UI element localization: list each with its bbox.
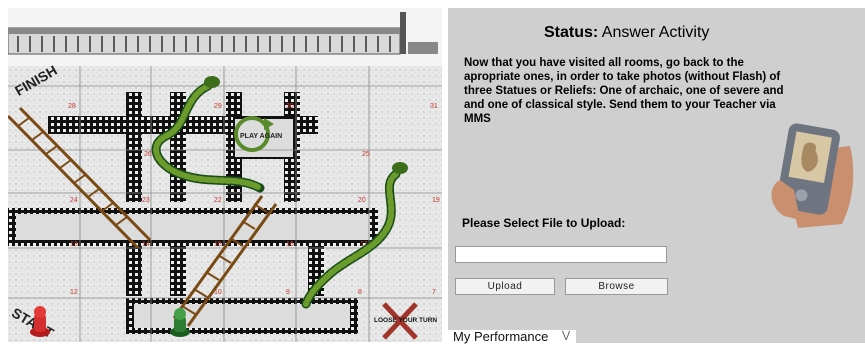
play-again-label: PLAY AGAIN [240, 133, 282, 140]
cell-number: 20 [358, 197, 366, 204]
cell-number: 16 [286, 241, 294, 248]
status-value: Answer Activity [601, 24, 710, 41]
cell-number: 9 [286, 289, 290, 296]
chevron-down-icon: ⋁ [562, 330, 571, 341]
building-banner [8, 8, 442, 66]
instructions-text: Now that you have visited all rooms, go … [464, 57, 784, 125]
performance-select-value: My Performance [453, 329, 549, 344]
status-line: Status: Answer Activity [544, 24, 709, 42]
browse-button[interactable]: Browse [565, 278, 668, 295]
cell-number: 14 [142, 241, 150, 248]
cell-number: 23 [142, 197, 150, 204]
cell-number: 28 [68, 103, 76, 110]
file-path-input[interactable] [455, 246, 667, 263]
performance-select[interactable]: My Performance ⋁ [448, 330, 576, 344]
status-prefix: Status: [544, 24, 599, 41]
cell-number: 30 [286, 103, 294, 110]
cell-number: 8 [358, 289, 362, 296]
cell-number: 31 [430, 103, 438, 110]
phone-with-statue-icon [771, 123, 854, 228]
cell-number: 15 [214, 241, 222, 248]
upload-button[interactable]: Upload [455, 278, 555, 295]
cell-number: 26 [144, 151, 152, 158]
cell-number: 29 [214, 103, 222, 110]
cell-number: 19 [432, 197, 440, 204]
cell-number: 24 [70, 197, 78, 204]
cell-number: 13 [70, 241, 78, 248]
cell-number: 7 [432, 289, 436, 296]
lose-turn-label: LOOSE YOUR TURN [374, 317, 437, 324]
cell-number: 22 [214, 197, 222, 204]
cell-number: 25 [362, 151, 370, 158]
cell-number: 12 [70, 289, 78, 296]
game-board: 28 29 30 31 26 25 24 23 22 20 19 13 14 1… [8, 8, 442, 342]
activity-panel: Status: Answer Activity Now that you hav… [448, 8, 865, 344]
upload-label: Please Select File to Upload: [462, 216, 626, 230]
